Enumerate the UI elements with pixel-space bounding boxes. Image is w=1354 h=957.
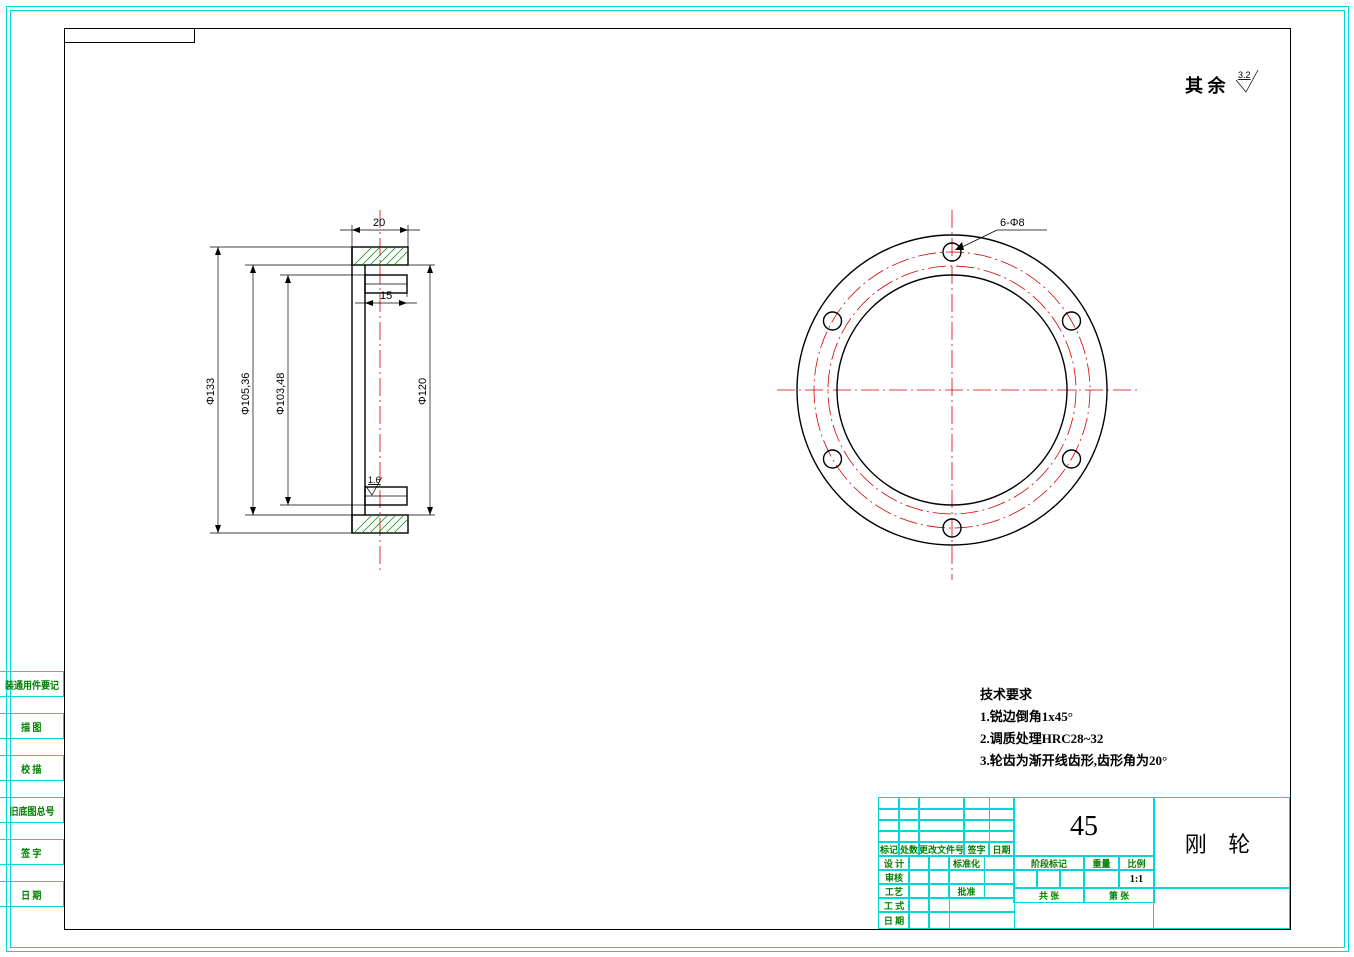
left-label-5: 签 字 <box>0 839 64 865</box>
svg-text:Φ120: Φ120 <box>417 378 429 405</box>
left-label-4: 旧底图总号 <box>0 797 64 823</box>
title-block: 45 刚 轮 标记 处数 更改文件号 签字 日期 设 计 标准化 阶段标记 重量… <box>878 797 1290 929</box>
left-label-6: 日 期 <box>0 881 64 907</box>
hatch-top <box>354 247 408 265</box>
svg-text:Φ103,48: Φ103,48 <box>275 373 287 415</box>
left-label-1: 装通用件要记 <box>0 671 64 697</box>
tech-r1: 1.锐边倒角1x45° <box>980 706 1073 725</box>
svg-text:15: 15 <box>380 290 392 302</box>
svg-text:6-Φ8: 6-Φ8 <box>1000 217 1025 229</box>
left-label-2: 描 图 <box>0 713 64 739</box>
front-view: 6-Φ8 <box>780 215 1160 595</box>
frame-tab <box>64 28 195 43</box>
surface-note-prefix: 其 余 <box>1185 72 1226 98</box>
part-name-cell: 刚 轮 <box>1153 797 1290 889</box>
tech-r2: 2.调质处理HRC28~32 <box>980 728 1103 747</box>
svg-text:Φ133: Φ133 <box>205 378 217 405</box>
tech-r3: 3.轮齿为渐开线齿形,齿形角为20° <box>980 750 1167 769</box>
left-label-3: 校 描 <box>0 755 64 781</box>
surface-symbol-small: 3.2 <box>1236 70 1266 94</box>
tech-title: 技术要求 <box>980 684 1032 703</box>
svg-text:20: 20 <box>373 217 385 229</box>
material-cell: 45 <box>1013 797 1155 857</box>
svg-text:3.2: 3.2 <box>1238 70 1251 80</box>
svg-text:Φ105,36: Φ105,36 <box>240 373 252 415</box>
section-view: 20 15 1.6 Φ133 Φ105,36 Φ103,48 Φ120 <box>210 215 460 575</box>
hatch-bottom <box>354 515 408 533</box>
